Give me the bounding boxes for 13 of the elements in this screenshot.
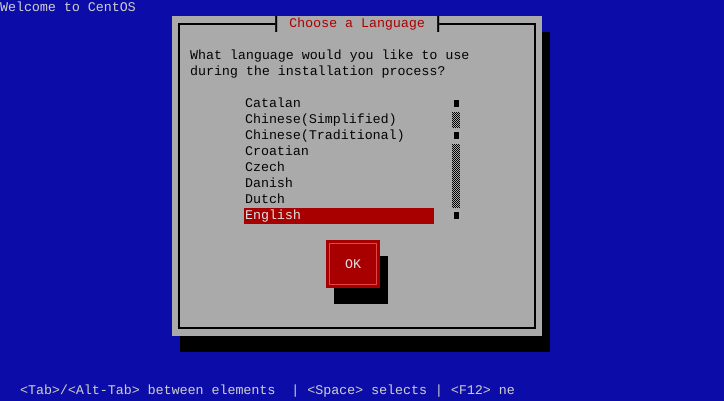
language-item[interactable]: Catalan (244, 96, 434, 112)
language-item[interactable]: Chinese(Simplified) (244, 112, 434, 128)
language-item[interactable]: Czech (244, 160, 434, 176)
language-item[interactable]: Dutch (244, 192, 434, 208)
dialog-title: Choose a Language (275, 16, 439, 32)
ok-button[interactable]: OK (326, 240, 380, 288)
language-item[interactable]: Danish (244, 176, 434, 192)
language-item[interactable]: Chinese(Traditional) (244, 128, 434, 144)
status-bar-text: <Tab>/<Alt-Tab> between elements | <Space> selects | <F12> ne (20, 383, 515, 399)
language-item[interactable]: English (244, 208, 434, 224)
prompt-text: What language would you like to use during the installation process? (190, 48, 470, 80)
language-item[interactable]: Croatian (244, 144, 434, 160)
screen-title: Welcome to CentOS (0, 0, 136, 16)
